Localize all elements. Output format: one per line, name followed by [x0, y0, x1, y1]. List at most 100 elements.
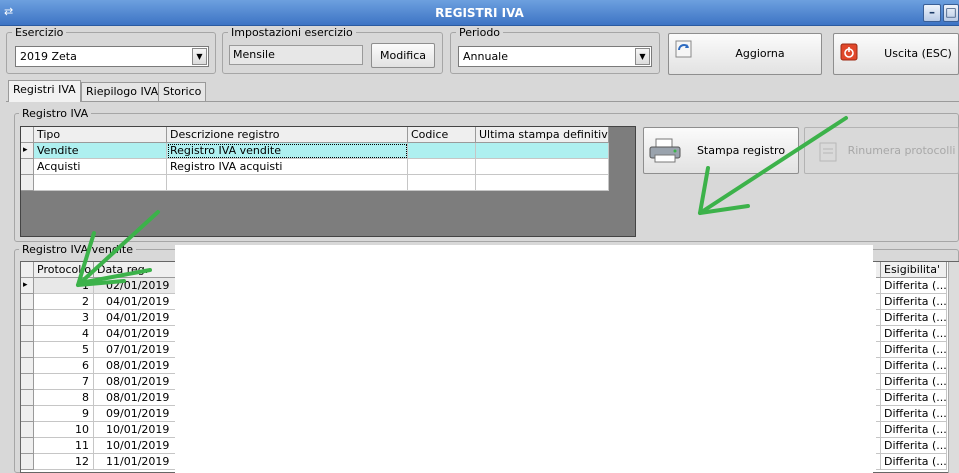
row-indicator[interactable] — [21, 358, 34, 374]
header-indicator — [21, 262, 34, 278]
chevron-down-icon[interactable]: ▼ — [192, 48, 207, 65]
table-row-descrizione[interactable]: Registro IVA acquisti — [167, 159, 408, 175]
table-row-data[interactable]: 11/01/2019 — [94, 454, 176, 470]
col-descrizione[interactable]: Descrizione registro — [167, 127, 408, 143]
table-row-esigibilita[interactable]: Differita (... — [881, 358, 947, 374]
table-row-esigibilita[interactable]: Differita (... — [881, 278, 947, 294]
row-indicator[interactable] — [21, 310, 34, 326]
window-title: REGISTRI IVA — [435, 6, 524, 20]
table-row-codice[interactable] — [408, 159, 476, 175]
row-indicator[interactable] — [21, 390, 34, 406]
table-row-data[interactable]: 08/01/2019 — [94, 390, 176, 406]
table-row-ultima[interactable] — [476, 159, 609, 175]
col-protocollo[interactable]: Protocollo — [34, 262, 94, 278]
table-row-data[interactable]: 04/01/2019 — [94, 326, 176, 342]
row-indicator[interactable]: ▸ — [21, 143, 34, 159]
periodo-select[interactable]: Annuale ▼ — [458, 46, 652, 67]
table-row-protocollo[interactable]: 3 — [34, 310, 94, 326]
table-row-esigibilita[interactable]: Differita (... — [881, 406, 947, 422]
table-row-esigibilita[interactable]: Differita (... — [881, 390, 947, 406]
table-row-protocollo[interactable]: 12 — [34, 454, 94, 470]
table-row-empty[interactable] — [34, 175, 167, 191]
modifica-button[interactable]: Modifica — [371, 43, 435, 68]
col-tipo[interactable]: Tipo — [34, 127, 167, 143]
table-row-descrizione[interactable]: Registro IVA vendite — [167, 143, 408, 159]
chevron-down-icon[interactable]: ▼ — [635, 48, 650, 65]
row-indicator[interactable] — [21, 406, 34, 422]
table-row-protocollo[interactable]: 4 — [34, 326, 94, 342]
table-row-empty[interactable] — [408, 175, 476, 191]
table-row-esigibilita[interactable]: Differita (... — [881, 422, 947, 438]
table-row-codice[interactable] — [408, 143, 476, 159]
table-row-protocollo[interactable]: 9 — [34, 406, 94, 422]
row-indicator[interactable] — [21, 159, 34, 175]
table-row-protocollo[interactable]: 10 — [34, 422, 94, 438]
table-row-protocollo[interactable]: 5 — [34, 342, 94, 358]
minimize-button[interactable]: – — [923, 4, 941, 22]
tab-riepilogo-iva[interactable]: Riepilogo IVA — [81, 82, 164, 101]
table-row-esigibilita[interactable]: Differita (... — [881, 294, 947, 310]
row-indicator[interactable] — [21, 175, 34, 191]
table-row-data[interactable]: 07/01/2019 — [94, 342, 176, 358]
vertical-scrollbar[interactable] — [948, 262, 959, 473]
table-row-protocollo[interactable]: 8 — [34, 390, 94, 406]
table-row-tipo[interactable]: Vendite — [34, 143, 167, 159]
table-row-esigibilita[interactable]: Differita (... — [881, 374, 947, 390]
table-row-esigibilita[interactable]: Differita (... — [881, 342, 947, 358]
row-indicator[interactable] — [21, 342, 34, 358]
table-row-empty[interactable] — [476, 175, 609, 191]
registro-iva-group-label: Registro IVA — [19, 108, 92, 120]
col-codice[interactable]: Codice — [408, 127, 476, 143]
row-indicator[interactable] — [21, 374, 34, 390]
row-indicator[interactable] — [21, 422, 34, 438]
aggiorna-button[interactable]: Aggiorna — [668, 33, 822, 75]
row-indicator[interactable] — [21, 438, 34, 454]
esercizio-label: Esercizio — [12, 27, 67, 39]
col-ultima-stampa[interactable]: Ultima stampa definitiva — [476, 127, 609, 143]
tab-storico[interactable]: Storico — [158, 82, 207, 101]
stampa-registro-label: Stampa registro — [696, 144, 786, 157]
table-row-esigibilita[interactable]: Differita (... — [881, 326, 947, 342]
row-indicator[interactable] — [21, 326, 34, 342]
table-row-esigibilita[interactable]: Differita (... — [881, 310, 947, 326]
table-row-protocollo[interactable]: 6 — [34, 358, 94, 374]
row-indicator[interactable] — [21, 454, 34, 470]
redacted-area — [175, 245, 873, 473]
table-row-data[interactable]: 04/01/2019 — [94, 310, 176, 326]
uscita-label: Uscita (ESC) — [884, 47, 952, 60]
table-row-protocollo[interactable]: 1 — [34, 278, 94, 294]
table-row-data[interactable]: 02/01/2019 — [94, 278, 176, 294]
esercizio-select[interactable]: 2019 Zeta ▼ — [15, 46, 209, 67]
uscita-button[interactable]: Uscita (ESC) — [833, 33, 959, 75]
impostazioni-field: Mensile — [229, 45, 363, 65]
table-row-esigibilita[interactable]: Differita (... — [881, 438, 947, 454]
rinumera-protocolli-button[interactable]: Rinumera protocolli — [804, 127, 959, 174]
rinumera-protocolli-label: Rinumera protocolli — [847, 144, 956, 157]
tab-registri-iva[interactable]: Registri IVA — [8, 80, 81, 102]
table-row-empty[interactable] — [167, 175, 408, 191]
printer-icon — [649, 138, 681, 163]
table-row-data[interactable]: 10/01/2019 — [94, 438, 176, 454]
stampa-registro-button[interactable]: Stampa registro — [643, 127, 799, 174]
row-indicator[interactable]: ▸ — [21, 278, 34, 294]
impostazioni-value: Mensile — [233, 48, 275, 61]
table-row-protocollo[interactable]: 11 — [34, 438, 94, 454]
col-data-reg[interactable]: Data reg. — [94, 262, 176, 278]
maximize-button[interactable]: □ — [943, 4, 959, 22]
table-row-data[interactable]: 08/01/2019 — [94, 358, 176, 374]
row-indicator[interactable] — [21, 294, 34, 310]
refresh-icon — [675, 40, 692, 58]
tab-strip-line — [6, 101, 959, 102]
table-row-protocollo[interactable]: 2 — [34, 294, 94, 310]
table-row-data[interactable]: 08/01/2019 — [94, 374, 176, 390]
col-esigibilita[interactable]: Esigibilita' — [881, 262, 947, 278]
table-row-data[interactable]: 04/01/2019 — [94, 294, 176, 310]
table-row-esigibilita[interactable]: Differita (... — [881, 454, 947, 470]
table-row-ultima[interactable] — [476, 143, 609, 159]
table-row-data[interactable]: 10/01/2019 — [94, 422, 176, 438]
renumber-icon — [819, 142, 837, 162]
registro-table[interactable]: Tipo Descrizione registro Codice Ultima … — [20, 126, 636, 237]
table-row-tipo[interactable]: Acquisti — [34, 159, 167, 175]
table-row-protocollo[interactable]: 7 — [34, 374, 94, 390]
table-row-data[interactable]: 09/01/2019 — [94, 406, 176, 422]
